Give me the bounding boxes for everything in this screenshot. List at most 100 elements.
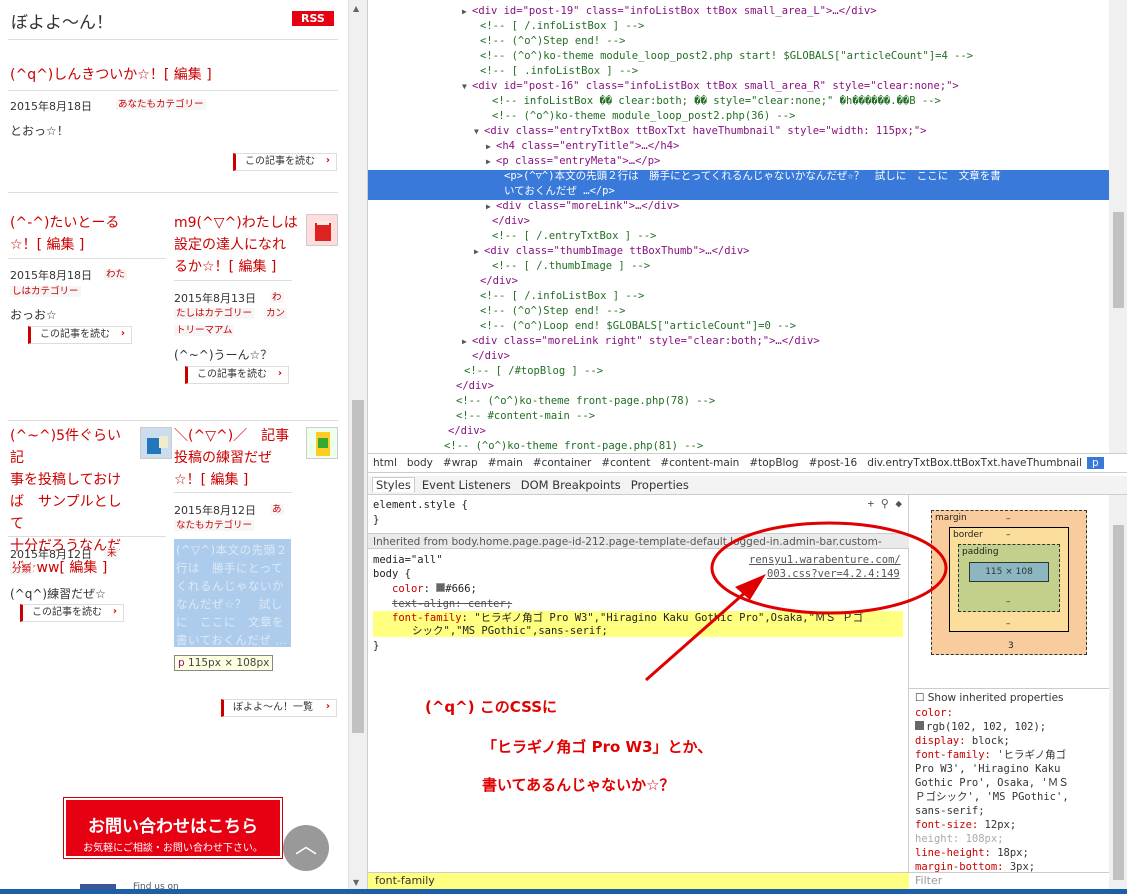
tab-event-listeners[interactable]: Event Listeners [419,478,514,492]
css-selector[interactable]: body { [373,567,411,581]
contact-banner[interactable]: お問い合わせはこちら お気軽にご相談・お問い合わせ下さい。 [63,797,283,859]
blog-list-link[interactable]: ぼよよ〜ん！一覧 [221,699,337,717]
dom-node[interactable]: いておくんだぜ …</p> [504,184,615,199]
computed-property[interactable]: margin-bottom: 3px; [915,860,1035,872]
scroll-down-icon[interactable]: ▼ [353,878,359,887]
dom-node[interactable]: <p>(^▽^)本文の先頭２行は 勝手にとってくれるんじゃないかなんだぜ☆？ 試… [504,169,1001,184]
element-style-rule[interactable]: element.style { [373,498,468,512]
post-category[interactable]: わた [104,266,128,283]
post-category[interactable]: あなたもカテゴリー [116,96,206,113]
expand-triangle-icon[interactable]: ▼ [462,79,467,94]
color-swatch-icon[interactable] [436,583,446,592]
dom-node[interactable]: <!-- (^o^)ko-theme module_loop_post2.php… [492,109,795,124]
dom-node[interactable]: </div> [448,424,486,439]
expand-triangle-icon[interactable]: ▶ [486,139,491,154]
computed-property[interactable]: Ｐゴシック', 'MS PGothic', [915,790,1069,804]
breadcrumb-item[interactable]: #content-main [655,457,744,469]
post-category[interactable]: トリーマアム [174,322,235,339]
read-more-button[interactable]: この記事を読む [28,326,132,344]
stylesheet-link[interactable]: 003.css?ver=4.2.4:149 [767,567,900,581]
dom-node[interactable]: <!-- [ .infoListBox ] --> [480,64,638,79]
tab-styles[interactable]: Styles [372,477,415,492]
css-property-font-family[interactable]: font-family: "ヒラギノ角ゴ Pro W3","Hiragino K… [392,611,863,625]
styles-scrollbar[interactable] [1109,495,1127,889]
edit-link[interactable]: [ 編集 ] [164,67,212,83]
breadcrumb-item[interactable]: #main [483,457,528,469]
dom-node[interactable]: <!-- [ /.entryTxtBox ] --> [492,229,656,244]
add-rule-icon[interactable]: + ⚲ ◆ [867,497,902,511]
inherited-from[interactable]: Inherited from body.home.page.page-id-21… [373,535,882,549]
post-category[interactable]: たしはカテゴリー [174,305,255,322]
breadcrumb-item[interactable]: #topBlog [744,457,803,469]
breadcrumb-item[interactable]: div.entryTxtBox.ttBoxTxt.haveThumbnail [862,457,1087,469]
expand-triangle-icon[interactable]: ▶ [462,334,467,349]
edit-link[interactable]: [ 編集 ] [37,237,85,253]
scroll-to-top-button[interactable]: ︿ [283,825,329,871]
page-scrollbar[interactable]: ▲ ▼ [348,0,367,894]
dom-node[interactable]: <!-- (^o^)ko-theme module_loop_post2.php… [480,49,973,64]
read-more-button[interactable]: この記事を読む [185,366,289,384]
scroll-up-icon[interactable]: ▲ [353,4,359,13]
computed-property[interactable]: color: [915,706,953,720]
dom-node[interactable]: <div class="entryTxtBox ttBoxTxt haveThu… [474,124,927,139]
computed-property[interactable]: line-height: 18px; [915,846,1029,860]
breadcrumb-item[interactable]: p [1087,457,1104,469]
dom-node[interactable]: <!-- #content-main --> [456,409,595,424]
dom-node[interactable]: </div> [492,214,530,229]
post-thumbnail[interactable] [306,427,338,459]
dom-node[interactable]: <!-- (^o^)ko-theme front-page.php(81) --… [444,439,703,453]
post-category[interactable]: しはカテゴリー [10,283,81,300]
scrollbar-thumb[interactable] [352,400,364,733]
read-more-button[interactable]: この記事を読む [20,604,124,622]
post-title[interactable]: (^-^)たいとーる☆！[ 編集 ] [10,212,120,256]
post-category[interactable]: 分類 [10,561,34,578]
dom-node[interactable]: <!-- (^o^)Loop end! $GLOBALS["articleCou… [480,319,796,334]
dom-node[interactable]: <!-- [ /.infoListBox ] --> [480,289,644,304]
post-title[interactable]: m9(^▽^)わたしは 設定の達人になれ るか☆！[ 編集 ] [174,212,299,278]
edit-link[interactable]: [ 編集 ] [201,472,249,488]
expand-triangle-icon[interactable]: ▶ [474,244,479,259]
read-more-button[interactable]: この記事を読む [233,153,337,171]
dom-node[interactable]: </div> [480,274,518,289]
post-title[interactable]: ＼(^▽^)／ 記事 投稿の練習だぜ ☆！[ 編集 ] [174,425,299,491]
css-property-color[interactable]: color: #666; [392,582,477,596]
computed-property[interactable]: font-size: 12px; [915,818,1016,832]
scrollbar-thumb[interactable] [1113,525,1124,880]
post-thumbnail[interactable] [306,214,338,246]
computed-property[interactable]: Pro W3', 'Hiragino Kaku [915,762,1060,776]
dom-node[interactable]: <!-- (^o^)Step end! --> [480,304,625,319]
tab-dom-breakpoints[interactable]: DOM Breakpoints [518,478,624,492]
edit-link[interactable]: [ 編集 ] [229,259,277,275]
dom-node[interactable]: <!-- (^o^)Step end! --> [480,34,625,49]
computed-property[interactable]: rgb(102, 102, 102); [915,720,1046,734]
computed-property[interactable]: height: 108px; [915,832,1004,846]
computed-property[interactable]: Gothic Pro', Osaka, 'ＭＳ [915,776,1069,790]
breadcrumb-item[interactable]: #post-16 [804,457,863,469]
computed-property[interactable]: display: block; [915,734,1010,748]
computed-property[interactable]: sans-serif; [915,804,985,818]
expand-triangle-icon[interactable]: ▼ [474,124,479,139]
post-category[interactable]: 未 [105,545,119,562]
expand-triangle-icon[interactable]: ▶ [462,4,467,19]
dom-node[interactable]: <div class="thumbImage ttBoxThumb">…</di… [474,244,750,259]
post-category[interactable]: あ [270,501,284,518]
dom-node[interactable]: <!-- [ /.thumbImage ] --> [492,259,650,274]
dom-node[interactable]: <div id="post-16" class="infoListBox ttB… [462,79,959,94]
dom-node[interactable]: <div class="moreLink">…</div> ▶ [486,199,679,214]
edit-link[interactable]: [ 編集 ] [59,560,107,576]
dom-node[interactable]: <h4 class="entryTitle">…</h4> ▶ [486,139,679,154]
rss-button[interactable]: RSS [292,11,334,26]
breadcrumb-item[interactable]: body [402,457,438,469]
breadcrumb-item[interactable]: #wrap [438,457,483,469]
tab-properties[interactable]: Properties [628,478,692,492]
dom-node[interactable]: </div> [472,349,510,364]
breadcrumb-item[interactable]: html [368,457,402,469]
scrollbar-thumb[interactable] [1113,212,1124,308]
dom-node[interactable]: <!-- [ /.infoListBox ] --> [480,19,644,34]
post-category[interactable]: カン [264,305,288,322]
dom-node[interactable]: <div class="moreLink right" style="clear… [462,334,820,349]
dom-node[interactable]: </div> [456,379,494,394]
expand-triangle-icon[interactable]: ▶ [486,154,491,169]
dom-node[interactable]: <!-- [ /#topBlog ] --> [464,364,603,379]
post-thumbnail[interactable] [140,427,172,459]
